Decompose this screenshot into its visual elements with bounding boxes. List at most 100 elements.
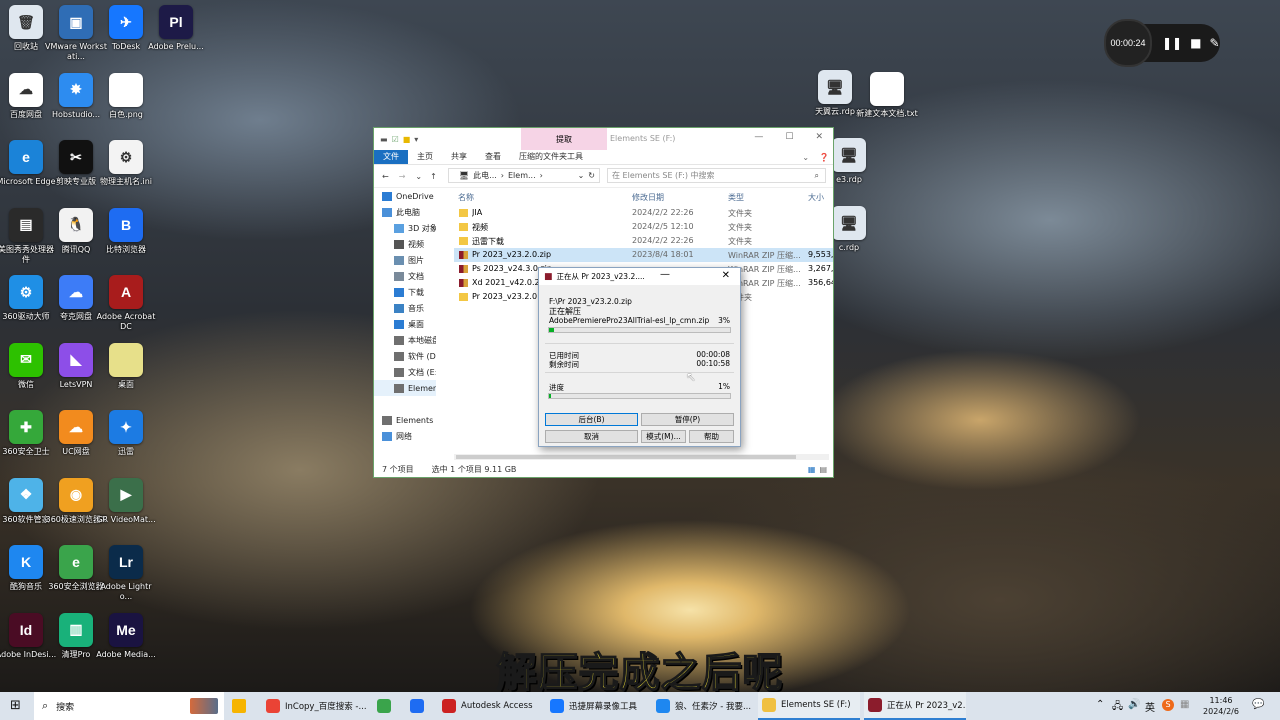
maximize-button[interactable]: ☐ <box>785 132 793 142</box>
nav-item[interactable]: 软件 (D:) <box>374 348 436 364</box>
tab-compressed-tools[interactable]: 压缩的文件夹工具 <box>510 150 592 164</box>
notification-icon[interactable]: 💬 <box>1252 699 1264 710</box>
search-input[interactable]: 在 Elements SE (F:) 中搜索 <box>612 170 715 181</box>
desktop-icon[interactable]: 新建文本文档.txt <box>856 72 918 119</box>
properties-icon[interactable]: ☑ <box>392 135 399 144</box>
volume-icon[interactable]: 🔊 <box>1128 699 1140 710</box>
cloud-icon <box>382 191 392 201</box>
pinned-app-icon[interactable] <box>232 699 246 713</box>
cancel-button[interactable]: 取消 <box>545 430 638 443</box>
stop-recording-button[interactable]: ■ <box>1190 36 1201 50</box>
address-dropdown-icon[interactable]: ⌄ <box>578 171 585 180</box>
sogou-ime-icon[interactable]: S <box>1162 699 1174 711</box>
tray-app-icon[interactable]: ▦ <box>1180 699 1189 710</box>
nav-item[interactable]: 图片 <box>374 252 436 268</box>
nav-item[interactable]: 视频 <box>374 236 436 252</box>
search-box[interactable]: 在 Elements SE (F:) 中搜索 ⌕ <box>607 168 826 183</box>
nav-item[interactable]: 网络 <box>374 428 436 444</box>
tab-share[interactable]: 共享 <box>442 150 476 164</box>
nav-item[interactable]: 3D 对象 <box>374 220 436 236</box>
up-icon[interactable]: ↑ <box>430 172 437 181</box>
desktop-icon-label: 回收站 <box>14 42 38 51</box>
nav-item-label: 网络 <box>396 431 412 441</box>
tab-view[interactable]: 查看 <box>476 150 510 164</box>
taskbar-app[interactable] <box>373 692 401 720</box>
taskbar-search-box[interactable]: ⌕ 搜索 <box>34 692 224 720</box>
extract-context-tab[interactable]: 提取 <box>521 128 607 150</box>
column-type[interactable]: 类型 <box>728 192 744 203</box>
system-menu-icon[interactable]: ▬ <box>380 135 388 144</box>
tiles-view-icon[interactable]: ▤ <box>819 465 827 474</box>
column-size[interactable]: 大小 <box>808 192 824 203</box>
nav-item[interactable]: 下载 <box>374 284 436 300</box>
details-view-icon[interactable]: ▦ <box>808 465 816 474</box>
dialog-minimize-button[interactable]: — <box>660 269 670 280</box>
file-name: Pr 2023_v23.2.0.zip <box>472 250 552 259</box>
tab-file[interactable]: 文件 <box>374 150 408 164</box>
file-row[interactable]: JIA 2024/2/2 22:26 文件夹 <box>454 206 833 220</box>
file-row[interactable]: Pr 2023_v23.2.0.zip 2023/8/4 18:01 WinRAR … <box>454 248 833 262</box>
desktop-icon[interactable]: ✦ 迅雷 <box>95 410 157 457</box>
desktop-icon[interactable]: Lr Adobe Lightro... <box>95 545 157 602</box>
edit-recording-button[interactable]: ✎ <box>1209 36 1219 50</box>
desktop-icon[interactable]: ▶ GR VideoMat... <box>95 477 157 525</box>
file-row[interactable]: 视频 2024/2/5 12:10 文件夹 <box>454 220 833 234</box>
mode-button[interactable]: 模式(M)... <box>641 430 686 443</box>
desktop-icon[interactable]: 桌面 <box>95 342 157 390</box>
column-name[interactable]: 名称 <box>458 192 474 203</box>
expand-ribbon-icon[interactable]: ⌄ <box>802 153 809 162</box>
nav-item[interactable]: Elements SE <box>374 412 436 428</box>
refresh-icon[interactable]: ↻ <box>588 171 595 180</box>
back-icon[interactable]: ← <box>382 172 389 181</box>
network-icon[interactable]: 🖧 <box>1112 699 1123 716</box>
address-bar[interactable]: 🖥 此电... › Elem... › ⌄ ↻ <box>448 168 600 183</box>
recent-dropdown-icon[interactable]: ⌄ <box>415 172 422 181</box>
taskbar-app[interactable]: 迅捷屏幕录像工具 <box>546 692 648 720</box>
help-icon[interactable]: ❓ <box>819 153 829 162</box>
nav-item[interactable]: 文档 (E:) <box>374 364 436 380</box>
taskbar-app[interactable] <box>406 692 434 720</box>
desktop-icon[interactable]: Me Adobe Media... <box>95 612 157 660</box>
background-button[interactable]: 后台(B) <box>545 413 638 426</box>
taskbar-app[interactable]: Autodesk Access <box>438 692 540 720</box>
nav-item[interactable]: 本地磁盘 <box>374 332 436 348</box>
taskbar-app[interactable]: 狼、任素汐 - 我要... <box>652 692 754 720</box>
nav-item[interactable]: 桌面 <box>374 316 436 332</box>
app-icon: K <box>9 545 43 579</box>
desktop-icon[interactable]: 白色.png <box>95 72 157 120</box>
taskbar-app[interactable]: 正在从 Pr 2023_v2... <box>864 692 966 720</box>
nav-item-label: 此电脑 <box>396 207 420 217</box>
pause-recording-button[interactable]: ❚❚ <box>1162 36 1182 50</box>
dialog-close-button[interactable]: ✕ <box>722 270 730 281</box>
file-row[interactable]: 迅雷下载 2024/2/2 22:26 文件夹 <box>454 234 833 248</box>
nav-item[interactable]: 音乐 <box>374 300 436 316</box>
desktop-icon[interactable]: Pl Adobe Prelu... <box>145 5 207 52</box>
tab-home[interactable]: 主页 <box>408 150 442 164</box>
minimize-button[interactable]: — <box>754 132 763 142</box>
desktop-icon[interactable]: A Adobe Acrobat DC <box>95 275 157 332</box>
new-folder-icon[interactable]: ■ <box>403 135 411 144</box>
column-date[interactable]: 修改日期 <box>632 192 664 203</box>
taskbar-clock[interactable]: 11:46 2024/2/6 <box>1196 695 1246 717</box>
start-windows-icon[interactable]: ⊞ <box>10 698 21 713</box>
taskbar-app[interactable]: Elements SE (F:) <box>758 692 860 720</box>
breadcrumb-pc[interactable]: 此电... <box>473 170 497 181</box>
nav-item[interactable]: Elements SE (F:) <box>374 380 436 396</box>
forward-icon[interactable]: → <box>399 172 406 181</box>
desktop-icon[interactable]: B 比特浏览器 <box>95 207 157 255</box>
help-button[interactable]: 帮助 <box>689 430 734 443</box>
close-button[interactable]: ✕ <box>815 132 823 142</box>
horizontal-scrollbar[interactable] <box>454 454 829 460</box>
desktop-icon[interactable]: ⚙ 物理主机名.ini <box>95 140 157 187</box>
taskbar-search-input[interactable]: 搜索 <box>56 700 74 713</box>
nav-item[interactable]: OneDrive <box>374 188 436 204</box>
nav-item[interactable]: 文档 <box>374 268 436 284</box>
dropdown-icon[interactable]: ▾ <box>414 135 418 144</box>
breadcrumb-drive[interactable]: Elem... <box>508 171 536 180</box>
nav-item[interactable]: 此电脑 <box>374 204 436 220</box>
tray-expand-icon[interactable]: ⌃ <box>1096 699 1104 710</box>
taskbar-app[interactable]: InCopy_百度搜索 -... <box>262 692 370 720</box>
input-method-label[interactable]: 英 <box>1145 699 1155 714</box>
pause-button[interactable]: 暂停(P) <box>641 413 734 426</box>
disk-icon <box>382 415 392 425</box>
